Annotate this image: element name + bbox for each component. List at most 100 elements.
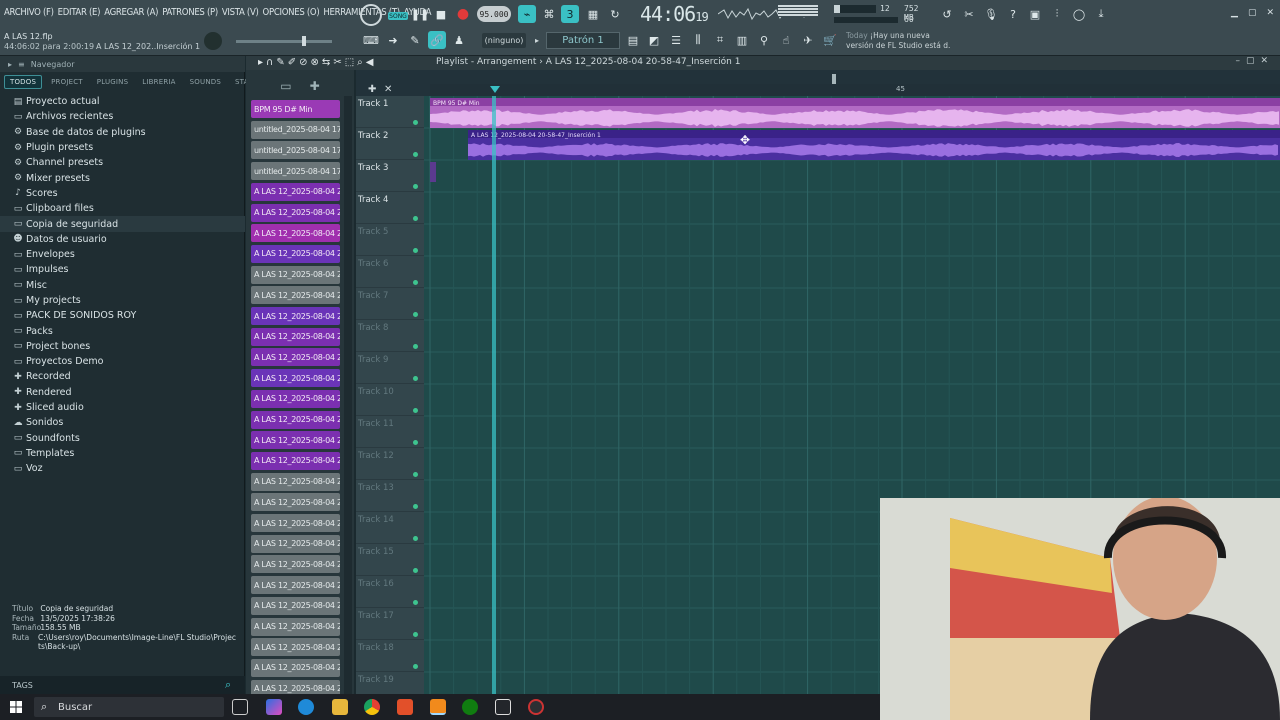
explorer-icon[interactable]: [332, 699, 348, 715]
save-icon[interactable]: ▣: [1026, 5, 1044, 23]
play-icon[interactable]: ❚❚: [411, 5, 429, 23]
browser-item[interactable]: ✚ Rendered: [0, 385, 245, 400]
clip-source-item[interactable]: A LAS 12_2025-08-04 21.: [251, 638, 340, 657]
clip-source-item[interactable]: A LAS 12_2025-08-04 21.: [251, 451, 340, 470]
track-mute-led[interactable]: [413, 312, 418, 317]
track-header[interactable]: Track 9: [356, 352, 424, 384]
menu-item[interactable]: OPCIONES (O): [263, 7, 320, 18]
track-header[interactable]: Track 3: [356, 160, 424, 192]
record-icon[interactable]: ●: [454, 5, 472, 23]
clip-source-item[interactable]: A LAS 12_2025-08-04 20.: [251, 307, 340, 325]
clip-source-item[interactable]: A LAS 12_2025-08-04 20.: [251, 286, 340, 305]
browser-item[interactable]: ▭ Archivos recientes: [0, 109, 245, 124]
browser-tab[interactable]: LIBRERIA: [137, 76, 180, 88]
copilot-icon[interactable]: [266, 699, 282, 715]
delete-icon[interactable]: ⊘: [299, 57, 310, 68]
arrow-right-icon[interactable]: ➜: [384, 31, 402, 49]
download-icon[interactable]: ⤓: [1092, 5, 1110, 23]
chat-icon[interactable]: ◯: [1070, 5, 1088, 23]
track-header[interactable]: Track 16: [356, 576, 424, 608]
draw-icon[interactable]: ✎: [276, 57, 287, 68]
plug-icon[interactable]: ⚲: [755, 31, 773, 49]
playhead-marker[interactable]: [490, 86, 500, 93]
brave-icon[interactable]: [397, 699, 413, 715]
overview-scroll-handle[interactable]: [832, 74, 836, 84]
microphone-icon[interactable]: 🎙: [982, 5, 1000, 23]
browser-item[interactable]: ▭ Envelopes: [0, 247, 245, 262]
pattern-selector[interactable]: Patrón 1: [546, 32, 620, 49]
obs-icon[interactable]: [528, 699, 544, 715]
timeline-ruler[interactable]: 45: [430, 84, 1280, 96]
track-header[interactable]: Track 15: [356, 544, 424, 576]
clip-source-item[interactable]: A LAS 12_2025-08-04 20.: [251, 244, 340, 263]
undo-icon[interactable]: ↺: [938, 5, 956, 23]
cut-icon[interactable]: ✂: [960, 5, 978, 23]
browser-item[interactable]: ♪ Scores: [0, 186, 245, 201]
task-view-icon[interactable]: [232, 699, 248, 715]
track-mute-led[interactable]: [413, 280, 418, 285]
track-header[interactable]: Track 12: [356, 448, 424, 480]
browser-item[interactable]: ▭ PACK DE SONIDOS ROY: [0, 308, 245, 323]
browser-icon[interactable]: ▥: [733, 31, 751, 49]
track-header[interactable]: Track 7: [356, 288, 424, 320]
track-mute-led[interactable]: [413, 184, 418, 189]
zoom-icon[interactable]: ⌕: [357, 57, 366, 68]
clip-1-header[interactable]: [430, 98, 1280, 106]
snap-selector[interactable]: (ninguno): [482, 33, 526, 48]
fl-studio-taskbar-icon[interactable]: [430, 699, 446, 715]
browser-tab[interactable]: SOUNDS: [185, 76, 226, 88]
browser-menu-icon[interactable]: ≡: [18, 60, 25, 69]
epic-games-icon[interactable]: [495, 699, 511, 715]
add-track-icon[interactable]: ✚: [368, 84, 376, 95]
playlist-maximize-icon[interactable]: ▢: [1246, 56, 1261, 66]
clip-source-item[interactable]: A LAS 12_2025-08-04 21.: [251, 431, 340, 450]
track-header[interactable]: Track 10: [356, 384, 424, 416]
browser-item[interactable]: ▭ Copia de seguridad: [0, 216, 245, 232]
windows-start-icon[interactable]: [10, 701, 22, 713]
clip-source-item[interactable]: A LAS 12_2025-08-04 20.: [251, 224, 340, 243]
browser-item[interactable]: ⚙ Mixer presets: [0, 170, 245, 185]
pencil-icon[interactable]: ✎: [406, 31, 424, 49]
browser-item[interactable]: ▭ Project bones: [0, 339, 245, 354]
clip-source-item[interactable]: A LAS 12_2025-08-04 21.: [251, 472, 340, 491]
track-mute-led[interactable]: [413, 632, 418, 637]
touch-icon[interactable]: ☝: [777, 31, 795, 49]
mute-icon[interactable]: ⊗: [311, 57, 322, 68]
browser-tab[interactable]: PROJECT: [46, 76, 88, 88]
clip-source-item[interactable]: A LAS 12_2025-08-04 21.: [251, 410, 340, 429]
track-header[interactable]: Track 1: [356, 96, 424, 128]
browser-item[interactable]: ⚙ Base de datos de plugins: [0, 125, 245, 140]
browser-item[interactable]: ▭ Packs: [0, 323, 245, 338]
browser-arrow-icon[interactable]: ▸: [8, 60, 12, 69]
capture-icon[interactable]: ✈: [799, 31, 817, 49]
browser-item[interactable]: ▭ Proyectos Demo: [0, 354, 245, 369]
clip-source-item[interactable]: BPM 95 D# Min: [251, 100, 340, 118]
track-mute-led[interactable]: [413, 152, 418, 157]
list-view-icon[interactable]: ▭: [280, 79, 291, 93]
track-mute-led[interactable]: [413, 472, 418, 477]
track-mute-led[interactable]: [413, 376, 418, 381]
countdown-icon[interactable]: 3: [561, 5, 579, 23]
slip-icon[interactable]: ⇆: [322, 57, 333, 68]
track-mute-led[interactable]: [413, 600, 418, 605]
help-icon[interactable]: ?: [1004, 5, 1022, 23]
browser-item[interactable]: ▤ Proyecto actual: [0, 94, 245, 109]
song-position-display[interactable]: 44:0619: [640, 2, 709, 26]
browser-item[interactable]: ▭ Soundfonts: [0, 431, 245, 446]
clip-source-item[interactable]: A LAS 12_2025-08-04 20.: [251, 265, 340, 284]
browser-item[interactable]: ⚙ Plugin presets: [0, 140, 245, 155]
shop-icon[interactable]: 🛒: [821, 31, 839, 49]
channel-rack-icon[interactable]: ☰: [667, 31, 685, 49]
clip-source-item[interactable]: A LAS 12_2025-08-04 20.: [251, 182, 340, 201]
track-mute-led[interactable]: [413, 568, 418, 573]
clip-source-item[interactable]: A LAS 12_2025-08-04 20.: [251, 348, 340, 367]
clip-source-item[interactable]: A LAS 12_2025-08-04 21.: [251, 576, 340, 595]
menu-item[interactable]: PATRONES (P): [162, 7, 218, 18]
track-header[interactable]: Track 8: [356, 320, 424, 352]
plugin-picker-icon[interactable]: ⌗: [711, 31, 729, 49]
track-header[interactable]: Track 6: [356, 256, 424, 288]
playlist-icon[interactable]: ▤: [624, 31, 642, 49]
slice-icon[interactable]: ✂: [333, 57, 344, 68]
browser-item[interactable]: ▭ Voz: [0, 461, 245, 476]
link-icon[interactable]: 🔗: [428, 31, 446, 49]
